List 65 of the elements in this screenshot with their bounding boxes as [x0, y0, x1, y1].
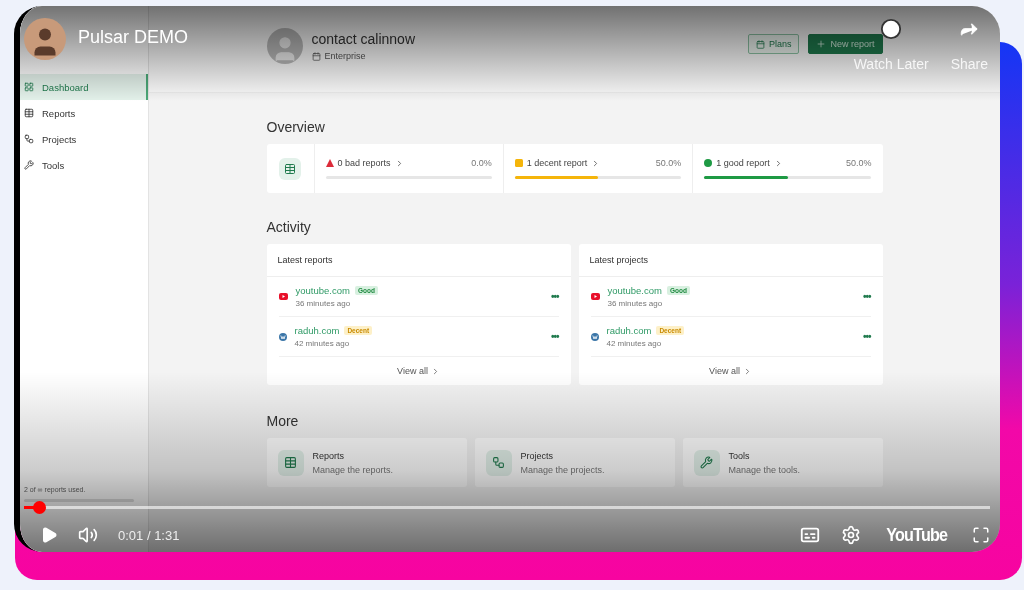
wrench-icon: [693, 449, 720, 476]
section-title: Activity: [266, 219, 312, 235]
card-description: Manage the tools.: [728, 464, 801, 475]
site-link[interactable]: youtube.com: [607, 285, 662, 296]
sidebar-item[interactable]: Tools: [20, 152, 148, 178]
sidebar-item[interactable]: Dashboard: [20, 74, 148, 100]
plus-icon: [816, 39, 827, 49]
new-report-button[interactable]: New report: [808, 34, 883, 54]
table-icon: [279, 157, 301, 180]
table-icon: [24, 108, 34, 118]
stat-link[interactable]: 1 good report: [704, 158, 783, 168]
table-icon: [277, 449, 304, 476]
shortcut-card[interactable]: Reports Manage the reports.: [266, 438, 467, 487]
calendar-icon: [755, 39, 765, 49]
circle-logo-icon: [590, 332, 599, 341]
site-link[interactable]: raduh.com: [294, 325, 340, 336]
card-title: Latest reports: [266, 244, 571, 277]
more-menu-button[interactable]: •••: [551, 291, 559, 302]
workflow-icon: [485, 449, 512, 476]
time-ago: 36 minutes ago: [295, 299, 352, 308]
workflow-icon: [24, 134, 34, 144]
sidebar-item[interactable]: Reports: [20, 100, 148, 126]
card-title: Reports: [312, 450, 345, 461]
stat-percent: 50.0%: [845, 158, 872, 168]
fullscreen-icon[interactable]: [972, 526, 990, 544]
view-all-link[interactable]: View all: [397, 357, 440, 385]
stat-percent: 0.0%: [471, 158, 492, 168]
section-title: More: [266, 413, 300, 429]
more-menu-button[interactable]: •••: [863, 331, 871, 342]
calendar-icon: [311, 51, 321, 61]
plan-label: Enterprise: [324, 51, 366, 61]
time-ago: 42 minutes ago: [606, 339, 663, 348]
play-logo-icon: [590, 293, 600, 300]
brand-logo[interactable]: YouTube: [885, 524, 947, 546]
time-display: 0:01 / 1:31: [118, 527, 180, 543]
settings-icon[interactable]: [840, 525, 861, 545]
shortcut-card[interactable]: Projects Manage the projects.: [474, 438, 675, 487]
account-name: contact calinnow: [311, 31, 415, 47]
card-description: Manage the projects.: [520, 464, 605, 475]
card-description: Manage the reports.: [312, 464, 394, 475]
time-ago: 36 minutes ago: [607, 299, 664, 308]
site-link[interactable]: raduh.com: [606, 325, 652, 336]
time-ago: 42 minutes ago: [294, 339, 351, 348]
circle-logo-icon: [278, 332, 287, 341]
stat-percent: 50.0%: [655, 158, 682, 168]
shortcut-card[interactable]: Tools Manage the tools.: [682, 438, 883, 487]
plans-button[interactable]: Plans: [747, 34, 800, 54]
play-logo-icon: [278, 293, 288, 300]
user-avatar: [266, 28, 303, 64]
section-title: Overview: [266, 119, 326, 135]
more-menu-button[interactable]: •••: [863, 291, 871, 302]
play-icon[interactable]: [40, 526, 58, 544]
clock-icon: [880, 18, 903, 40]
volume-icon[interactable]: [78, 525, 98, 545]
card-title: Tools: [728, 450, 751, 461]
stat-link[interactable]: 0 bad reports: [325, 158, 404, 168]
view-all-link[interactable]: View all: [709, 357, 752, 385]
card-title: Projects: [520, 450, 554, 461]
grid-icon: [24, 82, 34, 92]
wrench-icon: [24, 160, 34, 170]
site-link[interactable]: youtube.com: [295, 285, 350, 296]
more-menu-button[interactable]: •••: [551, 331, 559, 342]
stat-link[interactable]: 1 decent report: [514, 158, 601, 168]
sidebar-item[interactable]: Projects: [20, 126, 148, 152]
card-title: Latest projects: [578, 244, 883, 277]
